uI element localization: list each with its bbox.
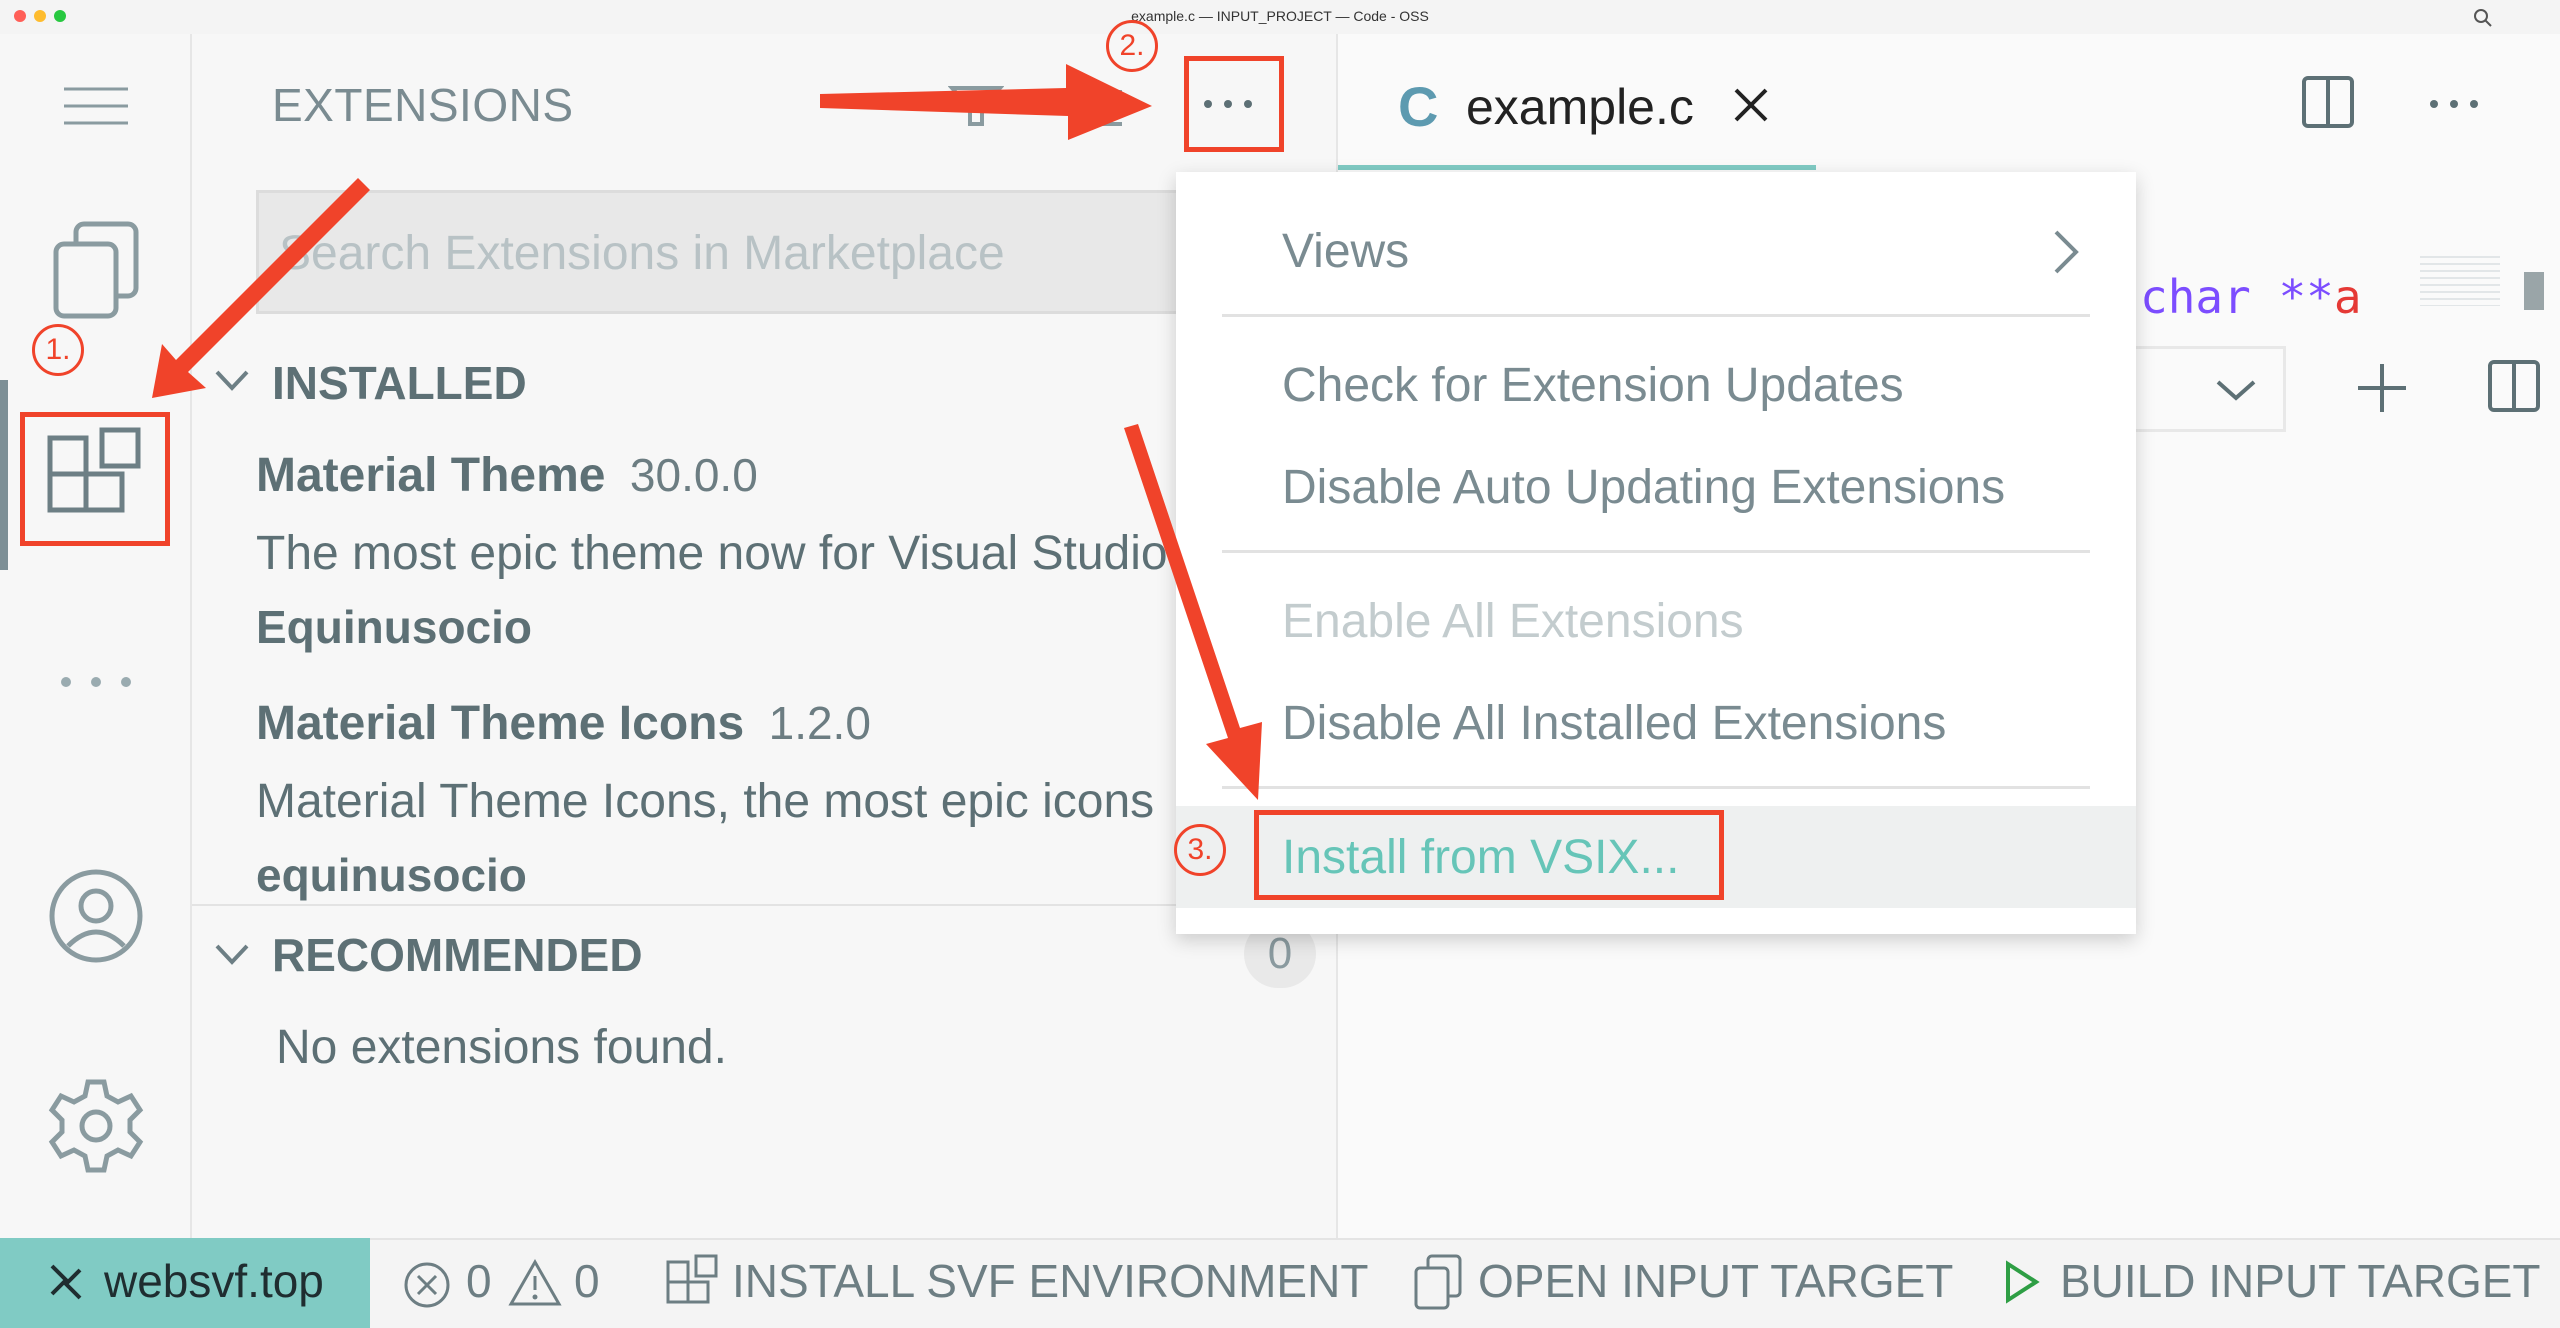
- play-icon[interactable]: [2004, 1260, 2040, 1304]
- arrow-3: [1124, 424, 1262, 800]
- remote-icon: [50, 1264, 82, 1300]
- error-count[interactable]: 0: [466, 1254, 492, 1308]
- remote-label: websvf.top: [104, 1255, 324, 1307]
- arrow-2: [820, 64, 1152, 140]
- arrow-1: [152, 178, 370, 398]
- error-icon[interactable]: [402, 1260, 452, 1310]
- copy-icon[interactable]: [1410, 1252, 1466, 1312]
- build-input-target-button[interactable]: BUILD INPUT TARGET: [2060, 1254, 2541, 1308]
- warning-icon[interactable]: [508, 1258, 562, 1308]
- open-input-target-button[interactable]: OPEN INPUT TARGET: [1478, 1254, 1953, 1308]
- install-svf-button[interactable]: INSTALL SVF ENVIRONMENT: [732, 1254, 1368, 1308]
- extensions-icon[interactable]: [664, 1252, 724, 1312]
- annotation-arrows: [152, 64, 1262, 800]
- warning-count[interactable]: 0: [574, 1254, 600, 1308]
